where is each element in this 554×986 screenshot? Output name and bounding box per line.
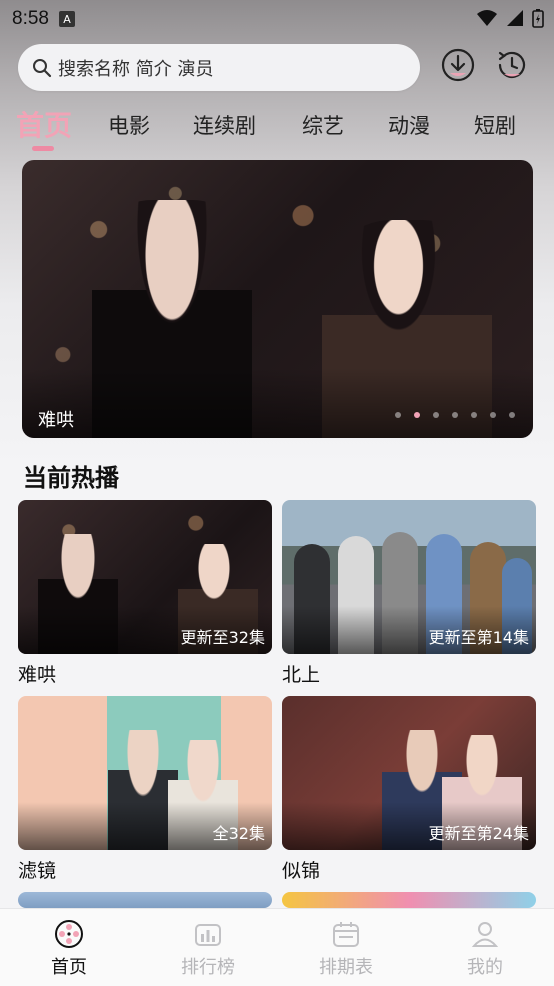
calendar-icon	[333, 922, 359, 947]
episode-badge: 更新至第14集	[428, 628, 529, 647]
episode-badge: 更新至第24集	[428, 824, 529, 843]
tab-variety[interactable]: 综艺	[302, 110, 344, 140]
nav-schedule[interactable]: 排期表	[301, 919, 391, 979]
ranking-icon	[195, 924, 221, 946]
status-bar: 8:58 A	[0, 0, 554, 38]
history-icon	[498, 51, 526, 78]
nav-label: 我的	[467, 957, 503, 978]
show-thumbnail: 更新至32集	[18, 500, 272, 654]
show-title: 似锦	[282, 860, 321, 882]
category-tabs: 首页 电影 连续剧 综艺 动漫 短剧	[0, 100, 554, 150]
episode-badge: 全32集	[212, 824, 265, 843]
nav-home[interactable]: 首页	[24, 919, 114, 979]
notification-a-icon: A	[58, 11, 75, 27]
wifi-icon	[477, 10, 497, 26]
pagination-dot[interactable]	[433, 412, 439, 418]
status-time: 8:58	[12, 8, 49, 29]
show-card[interactable]: 更新至32集 难哄	[18, 500, 272, 687]
pagination-dot[interactable]	[452, 412, 458, 418]
show-thumbnail: 更新至第24集	[282, 696, 536, 850]
film-reel-icon	[55, 920, 83, 948]
tab-home[interactable]: 首页	[16, 104, 72, 144]
nav-label: 首页	[51, 957, 87, 978]
episode-badge: 更新至32集	[180, 628, 265, 647]
tab-series[interactable]: 连续剧	[193, 110, 256, 140]
pagination-dot-active[interactable]	[414, 412, 420, 418]
section-title: 当前热播	[23, 464, 119, 492]
banner-title: 难哄	[38, 410, 74, 431]
battery-icon	[532, 9, 544, 28]
profile-icon	[471, 922, 499, 947]
signal-icon	[507, 10, 523, 26]
search-input[interactable]: 搜索名称 简介 演员	[18, 44, 420, 91]
search-icon	[33, 58, 52, 77]
show-card[interactable]: 更新至第14集 北上	[282, 500, 536, 687]
pagination-dot[interactable]	[395, 412, 401, 418]
show-card-partial[interactable]	[18, 892, 272, 908]
nav-profile[interactable]: 我的	[440, 919, 530, 979]
nav-label: 排行榜	[181, 957, 235, 978]
download-button[interactable]	[440, 47, 476, 83]
tab-short-drama[interactable]: 短剧	[474, 110, 516, 140]
featured-banner[interactable]: 难哄	[22, 160, 533, 438]
tab-anime[interactable]: 动漫	[388, 110, 430, 140]
banner-pagination	[395, 412, 515, 418]
show-thumbnail	[18, 892, 272, 908]
pagination-dot[interactable]	[509, 412, 515, 418]
download-icon	[441, 48, 475, 82]
show-card[interactable]: 更新至第24集 似锦	[282, 696, 536, 883]
nav-ranking[interactable]: 排行榜	[163, 919, 253, 979]
bottom-navigation: 首页 排行榜 排期表 我的	[0, 908, 554, 986]
show-title: 难哄	[18, 664, 57, 686]
show-thumbnail: 全32集	[18, 696, 272, 850]
show-thumbnail: 更新至第14集	[282, 500, 536, 654]
show-thumbnail	[282, 892, 536, 908]
active-tab-indicator	[32, 146, 54, 151]
history-button[interactable]	[494, 47, 530, 83]
show-card[interactable]: 全32集 滤镜	[18, 696, 272, 883]
show-title: 北上	[282, 664, 321, 686]
pagination-dot[interactable]	[471, 412, 477, 418]
pagination-dot[interactable]	[490, 412, 496, 418]
show-card-partial[interactable]	[282, 892, 536, 908]
nav-label: 排期表	[319, 957, 373, 978]
show-title: 滤镜	[18, 860, 57, 882]
tab-movies[interactable]: 电影	[108, 110, 150, 140]
search-placeholder: 搜索名称 简介 演员	[58, 58, 214, 80]
